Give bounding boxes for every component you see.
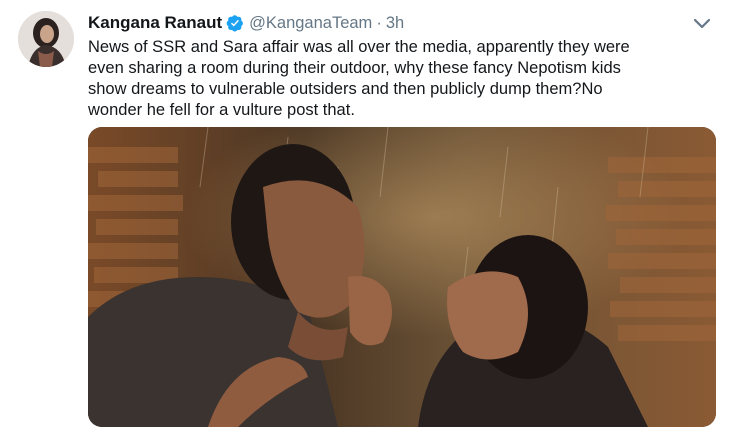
- author-handle[interactable]: @KanganaTeam: [249, 14, 372, 33]
- avatar[interactable]: [18, 11, 74, 67]
- tweet-text: News of SSR and Sara affair was all over…: [88, 37, 718, 121]
- tweet-header: Kangana Ranaut @KanganaTeam · 3h: [88, 11, 404, 35]
- separator-dot: ·: [376, 13, 382, 32]
- tweet-text-line: wonder he fell for a vulture post that.: [88, 101, 355, 119]
- photo-couple-in-rain: [88, 127, 716, 427]
- avatar-image: [18, 11, 74, 67]
- tweet-text-line: even sharing a room during their outdoor…: [88, 59, 621, 77]
- tweet-media-image[interactable]: [88, 127, 716, 427]
- chevron-down-icon[interactable]: [690, 11, 714, 35]
- author-name[interactable]: Kangana Ranaut: [88, 13, 222, 33]
- verified-badge-icon: [226, 15, 244, 32]
- timestamp[interactable]: 3h: [386, 14, 404, 33]
- tweet-text-line: News of SSR and Sara affair was all over…: [88, 38, 630, 56]
- tweet-text-line: show dreams to vulnerable outsiders and …: [88, 80, 603, 98]
